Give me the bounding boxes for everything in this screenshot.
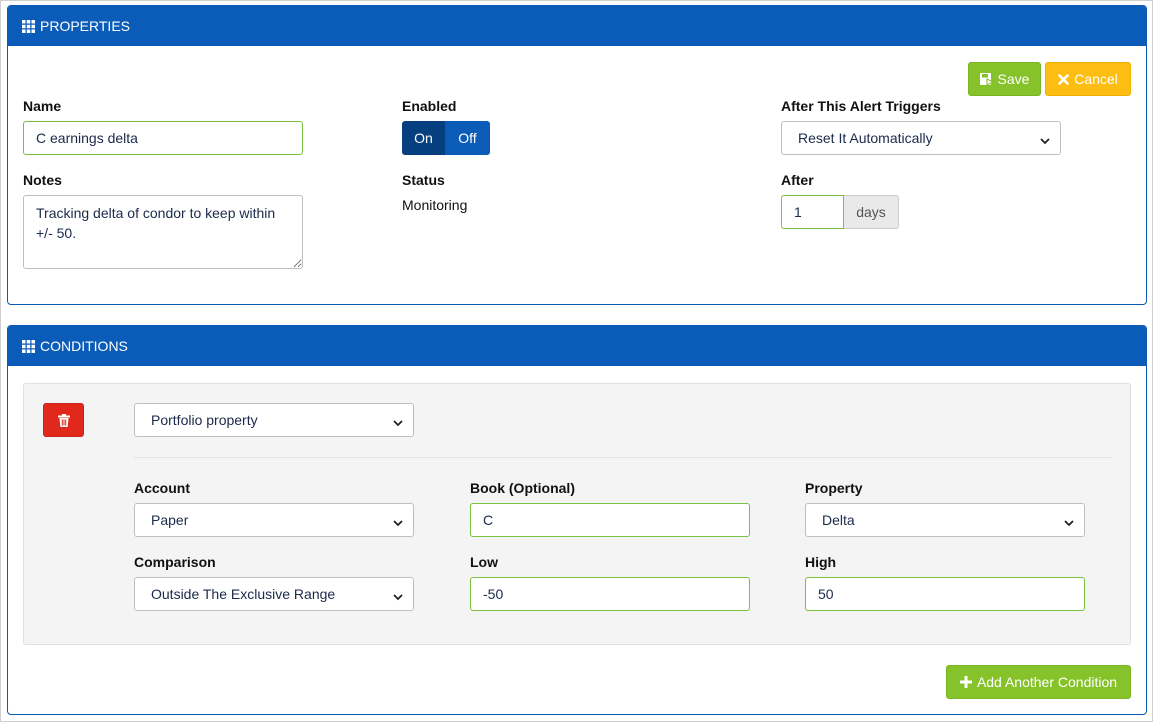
high-input[interactable] — [805, 577, 1085, 611]
property-label: Property — [805, 480, 863, 496]
add-condition-button[interactable]: Add Another Condition — [946, 665, 1131, 699]
save-label: Save — [997, 71, 1030, 87]
trash-icon — [57, 413, 70, 427]
condition-card: Portfolio property Account Paper Book (O… — [23, 383, 1131, 645]
chevron-down-icon — [1064, 515, 1074, 527]
add-condition-label: Add Another Condition — [976, 674, 1118, 690]
chevron-down-icon — [393, 415, 403, 427]
grid-icon — [22, 19, 35, 33]
low-input[interactable] — [470, 577, 750, 611]
properties-title: PROPERTIES — [40, 18, 130, 34]
properties-header: PROPERTIES — [8, 6, 1146, 46]
low-label: Low — [470, 554, 498, 570]
property-value: Delta — [822, 512, 855, 528]
account-select[interactable]: Paper — [134, 503, 414, 537]
delete-condition-button[interactable] — [43, 403, 84, 437]
after-triggers-value: Reset It Automatically — [798, 130, 933, 146]
condition-type-value: Portfolio property — [151, 412, 258, 428]
after-days-input[interactable] — [781, 195, 844, 229]
enabled-toggle[interactable]: On Off — [402, 121, 490, 155]
save-icon — [979, 72, 994, 86]
days-addon: days — [844, 195, 899, 229]
chevron-down-icon — [393, 515, 403, 527]
toggle-off-button[interactable]: Off — [445, 121, 490, 155]
notes-textarea[interactable]: Tracking delta of condor to keep within … — [23, 195, 303, 269]
condition-type-select[interactable]: Portfolio property — [134, 403, 414, 437]
conditions-panel: CONDITIONS Portfolio property Account Pa… — [7, 325, 1147, 715]
comparison-value: Outside The Exclusive Range — [151, 586, 336, 602]
book-label: Book (Optional) — [470, 480, 575, 496]
conditions-header: CONDITIONS — [8, 326, 1146, 366]
enabled-label: Enabled — [402, 98, 457, 114]
plus-icon — [959, 676, 972, 688]
chevron-down-icon — [393, 589, 403, 601]
save-button[interactable]: Save — [968, 62, 1041, 96]
grid-icon — [22, 339, 35, 353]
close-icon — [1058, 73, 1070, 85]
properties-panel: PROPERTIES Save Cancel Name Notes Tracki… — [7, 5, 1147, 305]
comparison-label: Comparison — [134, 554, 216, 570]
notes-label: Notes — [23, 172, 62, 188]
divider — [134, 457, 1112, 458]
cancel-label: Cancel — [1074, 71, 1118, 87]
chevron-down-icon — [1040, 133, 1050, 145]
account-value: Paper — [151, 512, 189, 528]
after-label: After — [781, 172, 814, 188]
after-triggers-label: After This Alert Triggers — [781, 98, 941, 114]
account-label: Account — [134, 480, 190, 496]
high-label: High — [805, 554, 837, 570]
conditions-title: CONDITIONS — [40, 338, 128, 354]
property-select[interactable]: Delta — [805, 503, 1085, 537]
name-input[interactable] — [23, 121, 303, 155]
after-triggers-select[interactable]: Reset It Automatically — [781, 121, 1061, 155]
comparison-select[interactable]: Outside The Exclusive Range — [134, 577, 414, 611]
cancel-button[interactable]: Cancel — [1045, 62, 1131, 96]
name-label: Name — [23, 98, 62, 114]
status-label: Status — [402, 172, 445, 188]
status-value: Monitoring — [402, 197, 468, 213]
book-input[interactable] — [470, 503, 750, 537]
toggle-on-button[interactable]: On — [402, 121, 445, 155]
